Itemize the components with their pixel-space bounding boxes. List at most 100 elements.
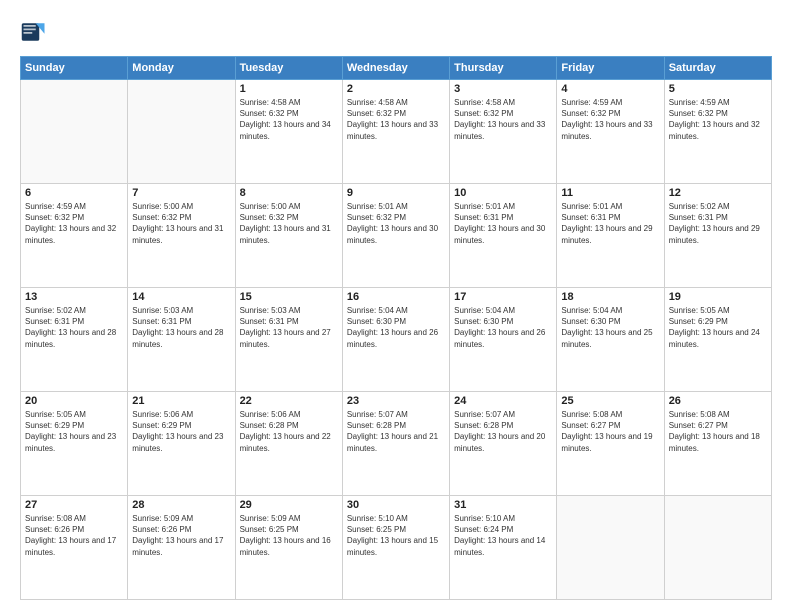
- day-info: Sunrise: 5:10 AM Sunset: 6:25 PM Dayligh…: [347, 513, 445, 558]
- calendar-cell: 7 Sunrise: 5:00 AM Sunset: 6:32 PM Daylig…: [128, 184, 235, 288]
- day-number: 3: [454, 83, 552, 95]
- day-info: Sunrise: 5:02 AM Sunset: 6:31 PM Dayligh…: [25, 305, 123, 350]
- day-number: 20: [25, 395, 123, 407]
- day-number: 29: [240, 499, 338, 511]
- day-number: 9: [347, 187, 445, 199]
- day-info: Sunrise: 5:04 AM Sunset: 6:30 PM Dayligh…: [347, 305, 445, 350]
- calendar-cell: 26 Sunrise: 5:08 AM Sunset: 6:27 PM Dayli…: [664, 392, 771, 496]
- day-number: 4: [561, 83, 659, 95]
- calendar-cell: 29 Sunrise: 5:09 AM Sunset: 6:25 PM Dayli…: [235, 496, 342, 600]
- calendar-cell: 24 Sunrise: 5:07 AM Sunset: 6:28 PM Dayli…: [450, 392, 557, 496]
- day-number: 6: [25, 187, 123, 199]
- day-info: Sunrise: 4:59 AM Sunset: 6:32 PM Dayligh…: [669, 97, 767, 142]
- header: [20, 18, 772, 46]
- calendar-cell: 23 Sunrise: 5:07 AM Sunset: 6:28 PM Dayli…: [342, 392, 449, 496]
- day-number: 16: [347, 291, 445, 303]
- day-number: 23: [347, 395, 445, 407]
- day-number: 2: [347, 83, 445, 95]
- calendar-cell: [21, 80, 128, 184]
- day-number: 10: [454, 187, 552, 199]
- day-number: 27: [25, 499, 123, 511]
- calendar-cell: 21Sunrise: 5:06 AM Sunset: 6:29 PM Dayli…: [128, 392, 235, 496]
- calendar-cell: 18 Sunrise: 5:04 AM Sunset: 6:30 PM Dayli…: [557, 288, 664, 392]
- day-number: 5: [669, 83, 767, 95]
- day-number: 8: [240, 187, 338, 199]
- calendar-header-thursday: Thursday: [450, 57, 557, 80]
- day-number: 11: [561, 187, 659, 199]
- day-info: Sunrise: 5:09 AM Sunset: 6:25 PM Dayligh…: [240, 513, 338, 558]
- calendar-cell: 22 Sunrise: 5:06 AM Sunset: 6:28 PM Dayli…: [235, 392, 342, 496]
- day-number: 14: [132, 291, 230, 303]
- calendar-cell: [128, 80, 235, 184]
- day-info: Sunrise: 5:01 AM Sunset: 6:31 PM Dayligh…: [561, 201, 659, 246]
- day-number: 26: [669, 395, 767, 407]
- calendar-week-3: 13 Sunrise: 5:02 AM Sunset: 6:31 PM Dayli…: [21, 288, 772, 392]
- day-number: 28: [132, 499, 230, 511]
- calendar-header-wednesday: Wednesday: [342, 57, 449, 80]
- calendar-cell: 4 Sunrise: 4:59 AM Sunset: 6:32 PM Daylig…: [557, 80, 664, 184]
- calendar-cell: 13 Sunrise: 5:02 AM Sunset: 6:31 PM Dayli…: [21, 288, 128, 392]
- day-number: 7: [132, 187, 230, 199]
- day-info: Sunrise: 5:07 AM Sunset: 6:28 PM Dayligh…: [454, 409, 552, 454]
- logo: [20, 18, 52, 46]
- calendar-cell: 30 Sunrise: 5:10 AM Sunset: 6:25 PM Dayli…: [342, 496, 449, 600]
- calendar-cell: 17 Sunrise: 5:04 AM Sunset: 6:30 PM Dayli…: [450, 288, 557, 392]
- day-info: Sunrise: 5:08 AM Sunset: 6:27 PM Dayligh…: [561, 409, 659, 454]
- day-info: Sunrise: 5:05 AM Sunset: 6:29 PM Dayligh…: [669, 305, 767, 350]
- calendar-cell: 14 Sunrise: 5:03 AM Sunset: 6:31 PM Dayli…: [128, 288, 235, 392]
- day-info: Sunrise: 5:04 AM Sunset: 6:30 PM Dayligh…: [561, 305, 659, 350]
- calendar-header-row: SundayMondayTuesdayWednesdayThursdayFrid…: [21, 57, 772, 80]
- day-info: Sunrise: 5:02 AM Sunset: 6:31 PM Dayligh…: [669, 201, 767, 246]
- calendar-week-5: 27 Sunrise: 5:08 AM Sunset: 6:26 PM Dayli…: [21, 496, 772, 600]
- day-number: 31: [454, 499, 552, 511]
- day-info: Sunrise: 5:03 AM Sunset: 6:31 PM Dayligh…: [240, 305, 338, 350]
- day-info: Sunrise: 5:00 AM Sunset: 6:32 PM Dayligh…: [132, 201, 230, 246]
- day-number: 22: [240, 395, 338, 407]
- calendar-cell: [664, 496, 771, 600]
- calendar-header-tuesday: Tuesday: [235, 57, 342, 80]
- calendar-cell: 11 Sunrise: 5:01 AM Sunset: 6:31 PM Dayli…: [557, 184, 664, 288]
- calendar-cell: 5 Sunrise: 4:59 AM Sunset: 6:32 PM Daylig…: [664, 80, 771, 184]
- day-info: Sunrise: 4:58 AM Sunset: 6:32 PM Dayligh…: [347, 97, 445, 142]
- day-info: Sunrise: 5:06 AM Sunset: 6:28 PM Dayligh…: [240, 409, 338, 454]
- calendar-header-monday: Monday: [128, 57, 235, 80]
- day-info: Sunrise: 5:04 AM Sunset: 6:30 PM Dayligh…: [454, 305, 552, 350]
- day-number: 17: [454, 291, 552, 303]
- calendar-cell: 25Sunrise: 5:08 AM Sunset: 6:27 PM Dayli…: [557, 392, 664, 496]
- day-number: 19: [669, 291, 767, 303]
- page: SundayMondayTuesdayWednesdayThursdayFrid…: [0, 0, 792, 612]
- calendar-cell: 28 Sunrise: 5:09 AM Sunset: 6:26 PM Dayli…: [128, 496, 235, 600]
- calendar-cell: 20 Sunrise: 5:05 AM Sunset: 6:29 PM Dayli…: [21, 392, 128, 496]
- day-info: Sunrise: 5:08 AM Sunset: 6:27 PM Dayligh…: [669, 409, 767, 454]
- calendar-cell: 2 Sunrise: 4:58 AM Sunset: 6:32 PM Daylig…: [342, 80, 449, 184]
- day-number: 18: [561, 291, 659, 303]
- logo-icon: [20, 18, 48, 46]
- day-info: Sunrise: 5:01 AM Sunset: 6:32 PM Dayligh…: [347, 201, 445, 246]
- calendar-cell: 16 Sunrise: 5:04 AM Sunset: 6:30 PM Dayli…: [342, 288, 449, 392]
- day-number: 12: [669, 187, 767, 199]
- day-info: Sunrise: 4:58 AM Sunset: 6:32 PM Dayligh…: [240, 97, 338, 142]
- day-number: 24: [454, 395, 552, 407]
- day-info: Sunrise: 5:09 AM Sunset: 6:26 PM Dayligh…: [132, 513, 230, 558]
- calendar-cell: 27 Sunrise: 5:08 AM Sunset: 6:26 PM Dayli…: [21, 496, 128, 600]
- day-info: Sunrise: 5:03 AM Sunset: 6:31 PM Dayligh…: [132, 305, 230, 350]
- calendar-cell: 15Sunrise: 5:03 AM Sunset: 6:31 PM Dayli…: [235, 288, 342, 392]
- calendar-table: SundayMondayTuesdayWednesdayThursdayFrid…: [20, 56, 772, 600]
- day-number: 30: [347, 499, 445, 511]
- calendar-cell: 10 Sunrise: 5:01 AM Sunset: 6:31 PM Dayli…: [450, 184, 557, 288]
- calendar-cell: 6 Sunrise: 4:59 AM Sunset: 6:32 PM Daylig…: [21, 184, 128, 288]
- day-info: Sunrise: 5:01 AM Sunset: 6:31 PM Dayligh…: [454, 201, 552, 246]
- calendar-cell: 31 Sunrise: 5:10 AM Sunset: 6:24 PM Dayli…: [450, 496, 557, 600]
- day-info: Sunrise: 5:06 AM Sunset: 6:29 PM Dayligh…: [132, 409, 230, 454]
- day-info: Sunrise: 4:59 AM Sunset: 6:32 PM Dayligh…: [561, 97, 659, 142]
- calendar-cell: 3Sunrise: 4:58 AM Sunset: 6:32 PM Daylig…: [450, 80, 557, 184]
- day-info: Sunrise: 5:00 AM Sunset: 6:32 PM Dayligh…: [240, 201, 338, 246]
- day-info: Sunrise: 5:07 AM Sunset: 6:28 PM Dayligh…: [347, 409, 445, 454]
- day-info: Sunrise: 5:08 AM Sunset: 6:26 PM Dayligh…: [25, 513, 123, 558]
- calendar-week-2: 6 Sunrise: 4:59 AM Sunset: 6:32 PM Daylig…: [21, 184, 772, 288]
- day-info: Sunrise: 5:10 AM Sunset: 6:24 PM Dayligh…: [454, 513, 552, 558]
- day-number: 13: [25, 291, 123, 303]
- day-info: Sunrise: 4:59 AM Sunset: 6:32 PM Dayligh…: [25, 201, 123, 246]
- day-info: Sunrise: 5:05 AM Sunset: 6:29 PM Dayligh…: [25, 409, 123, 454]
- calendar-header-friday: Friday: [557, 57, 664, 80]
